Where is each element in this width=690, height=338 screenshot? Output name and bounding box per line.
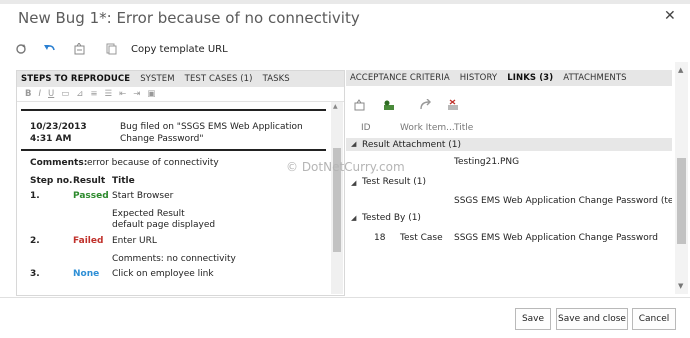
add-link-icon[interactable] [383,96,396,115]
step-1-result: Passed [73,191,109,201]
link-row-title[interactable]: Testing21.PNG [454,157,519,167]
bullet-list-icon[interactable]: ≡ [90,89,97,99]
italic-button[interactable]: I [38,89,41,99]
tab-attachments[interactable]: ATTACHMENTS [558,73,631,83]
scroll-up-arrow[interactable]: ▲ [333,104,341,110]
history-top-rule [21,109,326,111]
watermark: © DotNetCurry.com [286,160,405,174]
group-tested-by-label[interactable]: Tested By (1) [362,213,421,223]
step-2-title: Enter URL [112,236,157,246]
history-bottom-rule [21,149,326,151]
save-and-close-button[interactable]: Save and close [556,308,628,330]
bold-button[interactable]: B [25,89,31,99]
step-3-title: Click on employee link [112,269,214,279]
window-title: New Bug 1*: Error because of no connecti… [18,9,360,27]
step-1-expected-value: default page displayed [112,220,216,230]
close-icon[interactable]: ✕ [664,8,676,24]
collapse-icon[interactable]: ◢ [351,179,356,187]
tab-tasks[interactable]: TASKS [258,74,295,84]
undo-icon[interactable] [42,42,56,56]
column-id[interactable]: ID [361,123,371,133]
tab-test-cases[interactable]: TEST CASES (1) [180,74,258,84]
delete-link-icon[interactable] [447,96,460,115]
left-tab-bar: STEPS TO REPRODUCE SYSTEM TEST CASES (1)… [17,71,344,87]
copy-template-url-button[interactable]: Copy template URL [131,44,228,55]
form-scroll-thumb[interactable] [677,158,686,244]
form-scrollbar[interactable]: ▲ ▼ [675,62,688,294]
right-tab-bar: ACCEPTANCE CRITERIA HISTORY LINKS (3) AT… [346,70,672,86]
header-title: Title [112,176,135,186]
header-result: Result [73,176,106,186]
refresh-icon[interactable] [14,42,28,56]
history-datetime: 10/23/2013 4:31 AM [30,122,87,144]
link-row-work-item[interactable]: Test Case [400,233,443,243]
increase-indent-icon[interactable]: ⇥ [133,89,140,99]
group-test-result-label[interactable]: Test Result (1) [362,177,426,187]
comments-value: error because of connectivity [87,158,219,168]
open-link-icon[interactable] [419,96,431,115]
column-work-item[interactable]: Work Item... [400,123,455,133]
step-2-no: 2. [30,236,40,246]
collapse-icon[interactable]: ◢ [351,214,356,222]
collapse-icon[interactable]: ◢ [351,140,356,148]
step-3-result: None [73,269,100,279]
template-icon[interactable] [72,42,86,56]
step-1-no: 1. [30,191,40,201]
tab-acceptance-criteria[interactable]: ACCEPTANCE CRITERIA [346,73,455,83]
link-row-title[interactable]: SSGS EMS Web Application Change Password… [454,196,672,206]
save-button[interactable]: Save [515,308,551,330]
insert-image-icon[interactable]: ▣ [147,89,155,99]
step-2-result: Failed [73,236,104,246]
decrease-indent-icon[interactable]: ⇤ [119,89,126,99]
link-row-id[interactable]: 18 [374,233,385,243]
group-result-attachment-label: Result Attachment (1) [362,140,462,150]
scroll-up-arrow[interactable]: ▲ [678,66,683,74]
step-1-expected-label: Expected Result [112,209,185,219]
history-text: Bug filed on "SSGS EMS Web Application C… [120,122,303,144]
copy-url-icon[interactable] [104,42,118,56]
link-row-title[interactable]: SSGS EMS Web Application Change Password [454,233,658,243]
scroll-down-arrow[interactable]: ▼ [678,282,683,290]
highlight-icon[interactable]: ▭ [61,89,69,99]
underline-button[interactable]: U [48,89,54,99]
font-color-icon[interactable]: ⊿ [76,89,83,99]
tab-system[interactable]: SYSTEM [135,74,179,84]
numbered-list-icon[interactable]: ☰ [105,89,113,99]
left-scrollbar[interactable]: ▲ [331,102,343,294]
cancel-button[interactable]: Cancel [632,308,676,330]
step-3-no: 3. [30,269,40,279]
step-2-comment: Comments: no connectivity [112,254,236,264]
formatting-toolbar: B I U ▭ ⊿ ≡ ☰ ⇤ ⇥ ▣ [17,87,344,102]
tab-history[interactable]: HISTORY [455,73,502,83]
column-title[interactable]: Title [454,123,473,133]
tab-steps-to-reproduce[interactable]: STEPS TO REPRODUCE [17,74,135,84]
header-step-no: Step no. [30,176,73,186]
tab-links[interactable]: LINKS (3) [502,73,558,83]
comments-label: Comments: [30,158,88,168]
step-1-title: Start Browser [112,191,174,201]
new-link-icon[interactable] [354,96,367,115]
